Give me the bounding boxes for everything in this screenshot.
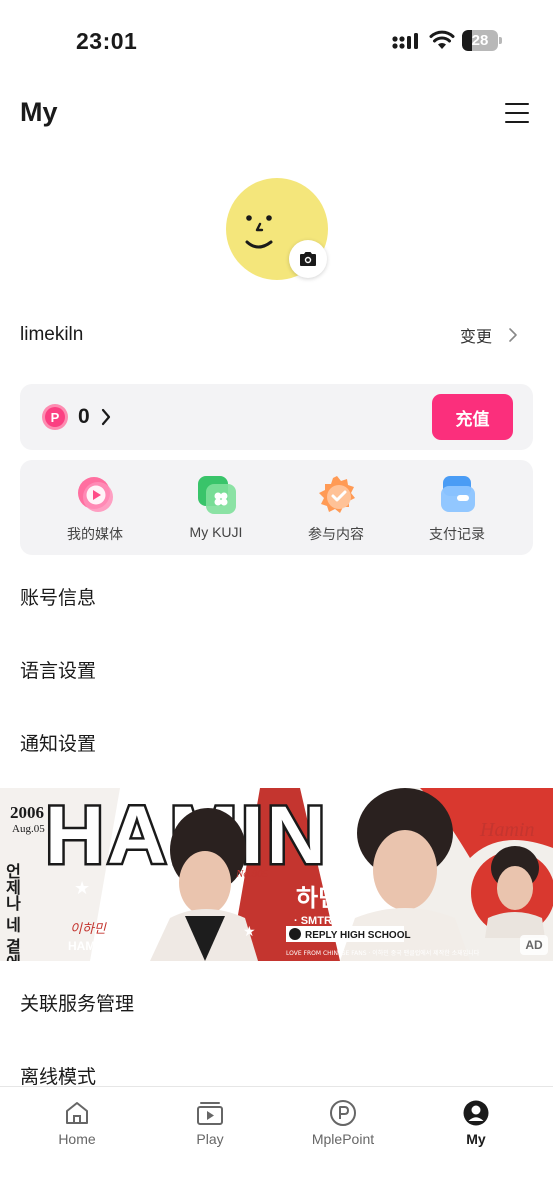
tab-play[interactable]: Play: [141, 1087, 279, 1157]
ad-date: Aug.05: [12, 823, 45, 835]
quick-actions-card: 我的媒体 My KUJI 参与内容 支付记录: [20, 460, 533, 555]
ad-year: 2006: [10, 803, 44, 822]
svg-text:★: ★: [243, 924, 256, 940]
point-symbol: P: [51, 410, 60, 425]
ad-banner[interactable]: HAMIN 2006 Aug.05 Hamin No.805 하민 · SMTR…: [0, 788, 553, 961]
menu-language-settings[interactable]: 语言设置: [20, 652, 533, 692]
ad-number: No.805: [235, 868, 269, 880]
point-balance-card: P 0 充值: [20, 384, 533, 450]
chevron-right-icon: [509, 328, 517, 342]
recharge-button[interactable]: 充值: [432, 394, 513, 440]
ad-group: · SMTR25: [294, 915, 344, 927]
point-balance-value: 0: [78, 405, 90, 428]
cellular-signal-icon: [392, 33, 418, 49]
username: limekiln: [20, 324, 84, 345]
change-username-link[interactable]: 变更: [460, 324, 518, 346]
kuji-clover-icon: [198, 476, 236, 514]
ad-banner-image: HAMIN 2006 Aug.05 Hamin No.805 하민 · SMTR…: [0, 788, 553, 961]
bottom-tab-bar: Home Play MplePoint My: [0, 1086, 553, 1200]
camera-icon: [300, 252, 316, 266]
battery-level: 28: [471, 32, 489, 49]
tab-my[interactable]: My: [407, 1087, 545, 1157]
quick-action-label: 我的媒体: [67, 526, 123, 542]
menu-linked-services[interactable]: 关联服务管理: [20, 985, 533, 1025]
quick-action-my-media[interactable]: 我的媒体: [35, 460, 155, 555]
menu-account-info[interactable]: 账号信息: [20, 579, 533, 619]
tab-label: MplePoint: [311, 1131, 375, 1147]
wifi-icon: [429, 30, 455, 49]
balance-detail-chevron-icon[interactable]: [100, 407, 112, 427]
change-label: 变更: [460, 329, 493, 346]
home-icon: [66, 1102, 88, 1124]
ad-badge: AD: [520, 935, 548, 955]
status-time: 23:01: [76, 28, 138, 54]
ad-script-name: Hamin: [479, 819, 534, 841]
quick-action-label: 参与内容: [308, 526, 364, 542]
point-icon: [330, 1100, 356, 1126]
change-avatar-button[interactable]: [289, 240, 327, 278]
ad-footer-text: LOVE FROM CHINESE FANS · 이하민 중국 팬클럽에서 제작…: [286, 949, 480, 957]
wallet-icon: [441, 476, 475, 512]
ad-name-ko: 하민: [296, 884, 340, 912]
mple-point-icon: P: [42, 404, 68, 430]
tab-home[interactable]: Home: [8, 1087, 146, 1157]
battery-indicator: 28: [462, 30, 502, 51]
tab-label: Play: [196, 1131, 224, 1147]
hamburger-menu-button[interactable]: [505, 102, 529, 124]
tab-mplepoint[interactable]: MplePoint: [274, 1087, 412, 1157]
quick-action-participation[interactable]: 参与内容: [276, 460, 396, 555]
tab-label: My: [466, 1131, 486, 1147]
status-bar: 23:01 28: [0, 0, 553, 80]
user-icon: [463, 1100, 489, 1126]
quick-action-my-kuji[interactable]: My KUJI: [156, 460, 276, 555]
page-title: My: [20, 97, 58, 127]
media-play-icon: [78, 477, 113, 512]
ad-reply-text: REPLY HIGH SCHOOL: [305, 930, 411, 941]
quick-action-label: 支付记录: [429, 526, 485, 542]
menu-notification-settings[interactable]: 通知设置: [20, 725, 533, 765]
svg-text:★: ★: [74, 878, 90, 899]
quick-action-label: My KUJI: [189, 524, 243, 540]
participation-check-icon: [319, 476, 355, 513]
play-icon: [197, 1102, 223, 1125]
ad-signature: 이하민: [70, 922, 107, 937]
quick-action-payment-records[interactable]: 支付记录: [397, 460, 517, 555]
ad-vertical-text: 언제나 네 곁에: [3, 863, 22, 961]
ad-sub-name: HAMIN ·: [68, 939, 115, 953]
tab-label: Home: [58, 1131, 96, 1147]
